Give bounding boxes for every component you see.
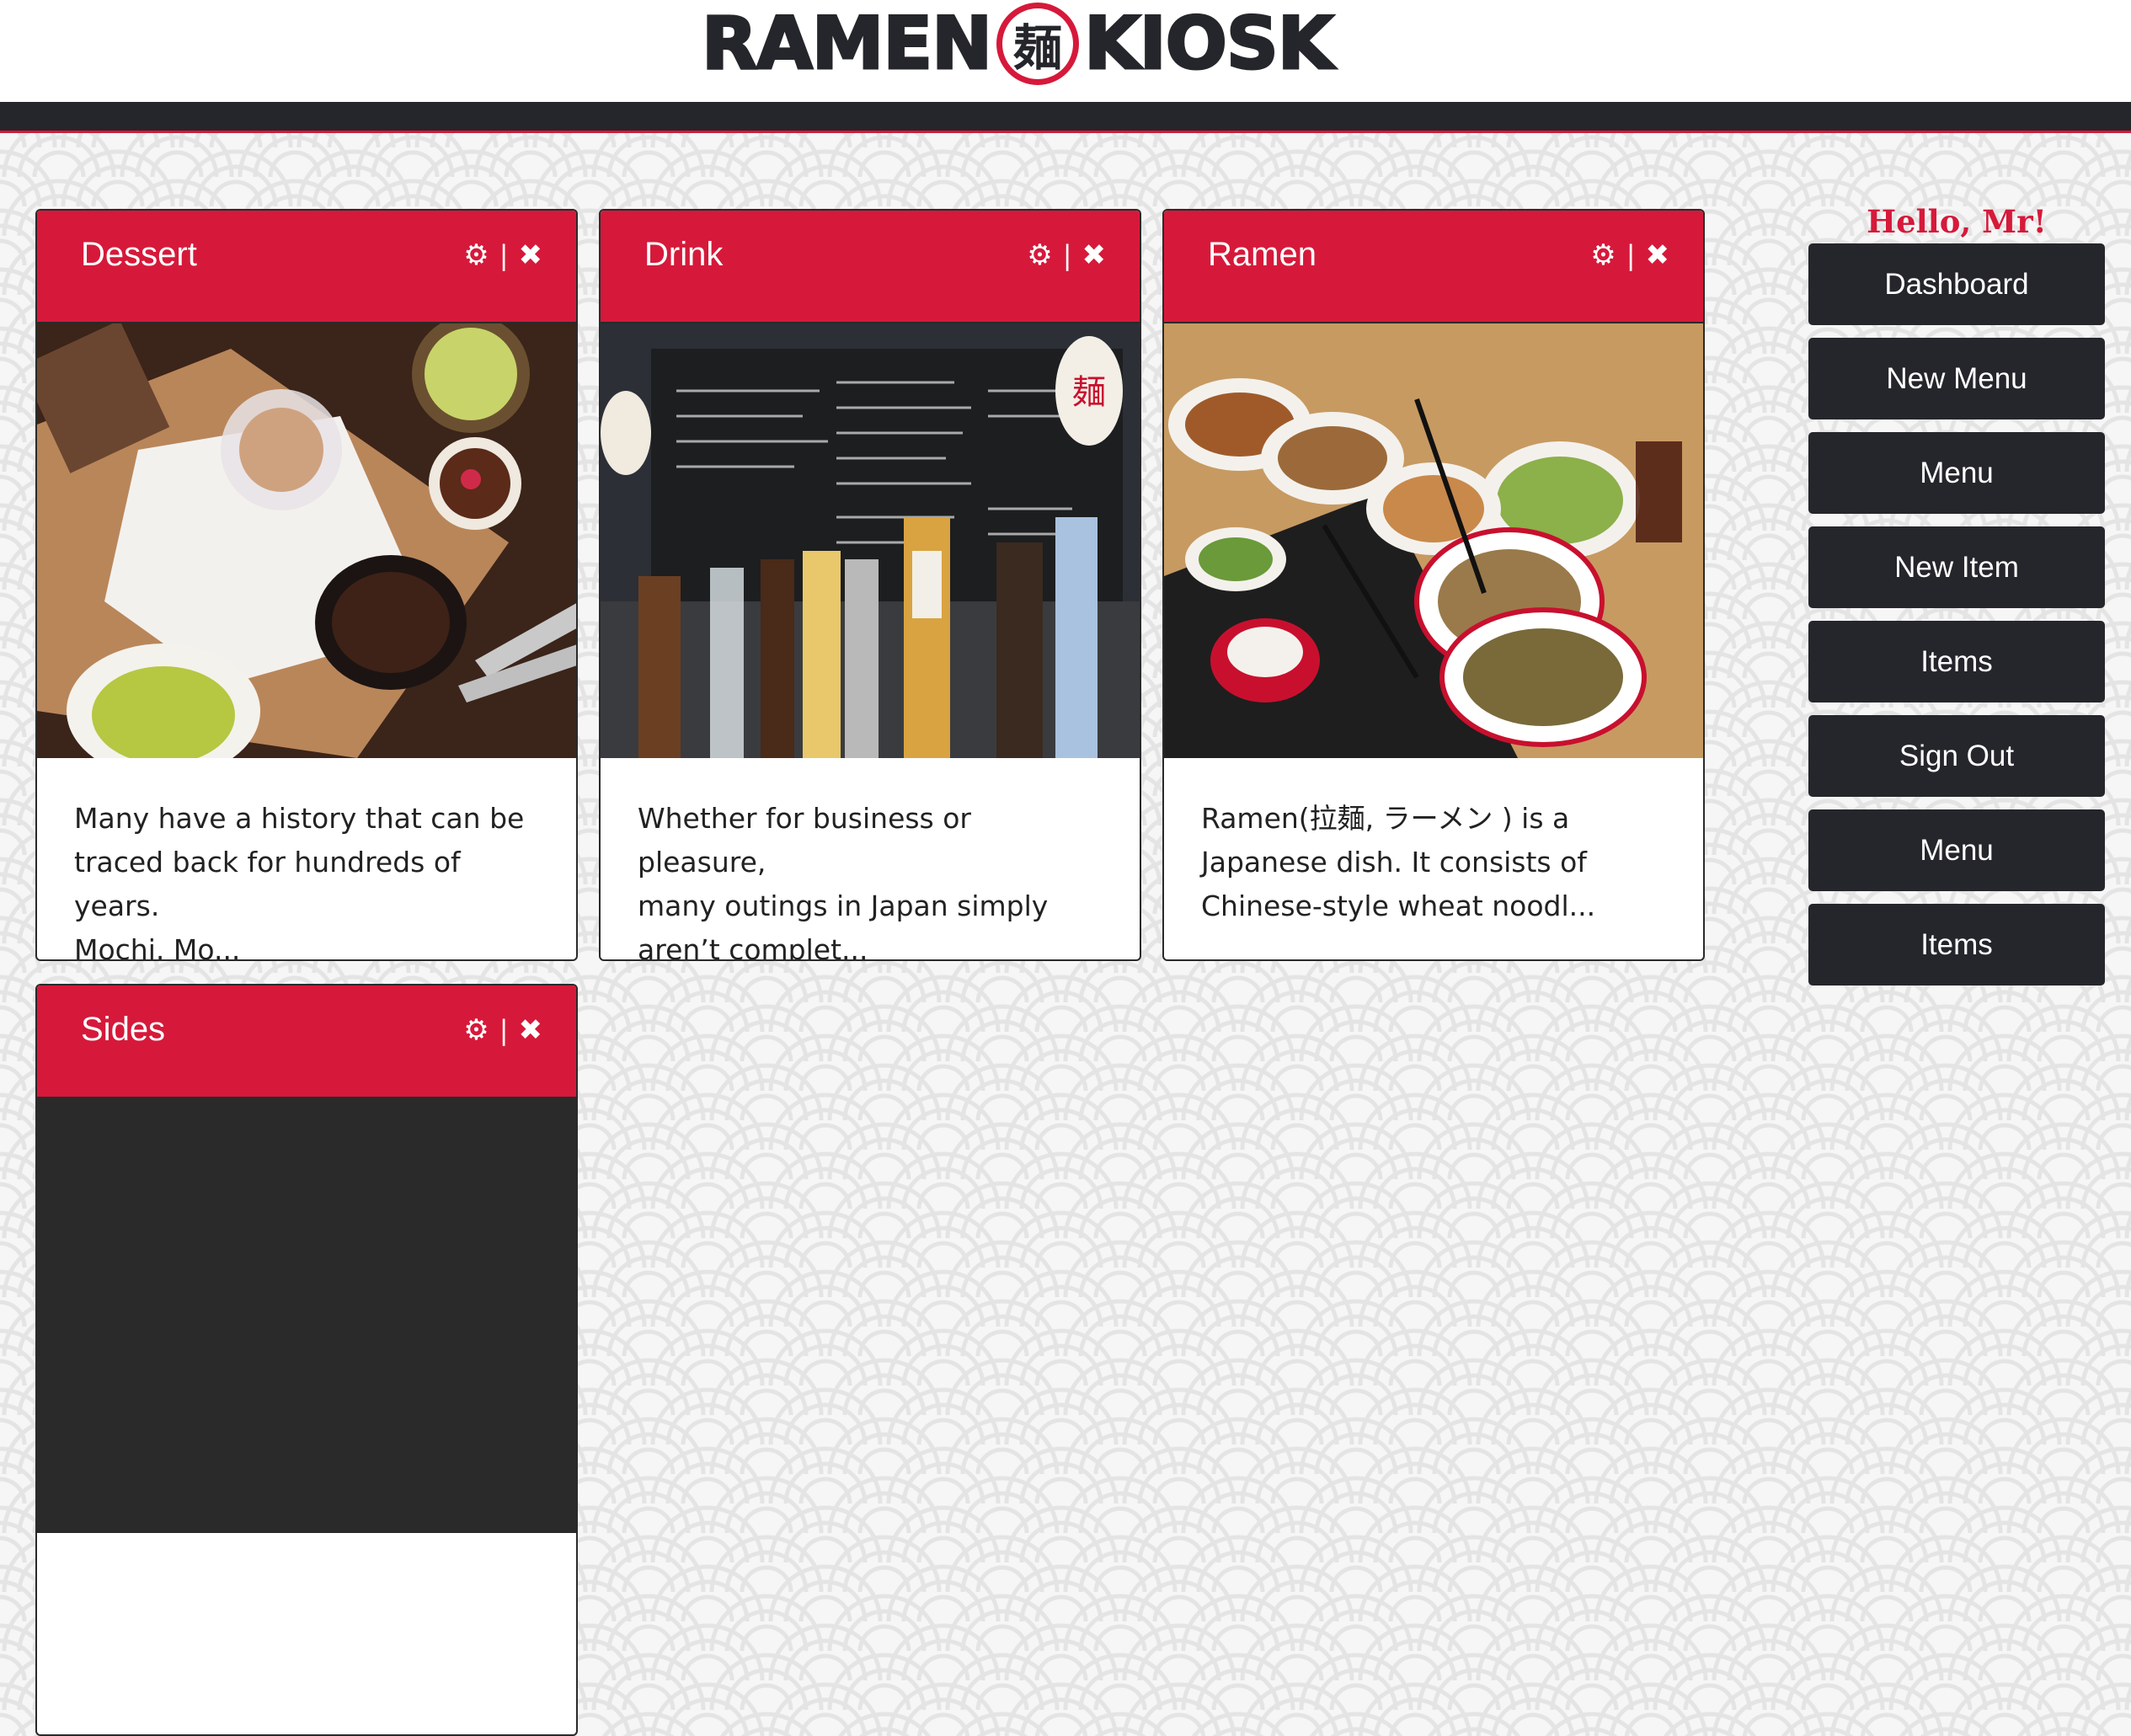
card-actions: ⚙ | ✖ (463, 241, 542, 270)
excerpt-line: Chinese-style wheat noodl... (1201, 889, 1596, 922)
excerpt-line: many outings in Japan simply (638, 889, 1049, 922)
close-icon[interactable]: ✖ (1082, 241, 1107, 270)
sidebar: Hello, Mr! Dashboard New Menu Menu New I… (1808, 196, 2105, 998)
card-title: Sides (81, 1011, 166, 1048)
card-title: Ramen (1208, 236, 1317, 273)
card-title: Dessert (81, 236, 197, 273)
card-header: Dessert ⚙ | ✖ (37, 211, 576, 323)
close-icon[interactable]: ✖ (519, 1016, 543, 1044)
logo-seal-glyph: 麺 (1013, 19, 1063, 77)
logo-text-left: RAMEN (700, 2, 993, 86)
greeting: Hello, Mr! (1867, 203, 2047, 240)
items-button-secondary[interactable]: Items (1808, 904, 2105, 986)
site-header: RAMEN 麺 KIOSK (0, 0, 2131, 102)
logo-text-right: KIOSK (1083, 2, 1335, 86)
logo[interactable]: RAMEN 麺 KIOSK (700, 2, 1434, 86)
action-separator: | (1626, 239, 1636, 271)
menu-button[interactable]: Menu (1808, 432, 2105, 514)
dessert-photo (37, 323, 576, 758)
card-excerpt: Many have a history that can be traced b… (37, 758, 576, 961)
excerpt-line: Many have a history that can be (74, 802, 525, 835)
close-icon[interactable]: ✖ (519, 241, 543, 270)
new-item-button[interactable]: New Item (1808, 526, 2105, 608)
logo-seal: 麺 (996, 3, 1080, 85)
menu-card-sides[interactable]: Sides ⚙ | ✖ (35, 984, 578, 1736)
card-actions: ⚙ | ✖ (463, 1016, 542, 1044)
excerpt-line: traced back for hundreds of years. (74, 846, 461, 922)
card-actions: ⚙ | ✖ (1027, 241, 1106, 270)
action-separator: | (499, 239, 509, 271)
menu-card-drink[interactable]: Drink ⚙ | ✖ 麺 Whether for business or pl… (599, 209, 1141, 961)
action-separator: | (1062, 239, 1072, 271)
menu-card-dessert[interactable]: Dessert ⚙ | ✖ Many have a history that c… (35, 209, 578, 961)
drink-photo: 麺 (601, 323, 1140, 758)
card-actions: ⚙ | ✖ (1590, 241, 1669, 270)
menu-button-secondary[interactable]: Menu (1808, 809, 2105, 891)
gear-icon[interactable]: ⚙ (1027, 241, 1052, 270)
card-title: Drink (644, 236, 724, 273)
excerpt-line: Mochi. Mo... (74, 933, 241, 961)
ramen-photo (1164, 323, 1703, 758)
svg-text:麺: 麺 (1072, 373, 1106, 412)
card-header: Ramen ⚙ | ✖ (1164, 211, 1703, 323)
items-button[interactable]: Items (1808, 621, 2105, 702)
sides-photo (37, 1098, 576, 1533)
gear-icon[interactable]: ⚙ (1590, 241, 1616, 270)
card-excerpt: Ramen(拉麺, ラーメン ) is a Japanese dish. It … (1164, 758, 1703, 928)
excerpt-line: Japanese dish. It consists of (1201, 846, 1587, 879)
navbar (0, 102, 2131, 133)
action-separator: | (499, 1014, 509, 1046)
dashboard-button[interactable]: Dashboard (1808, 243, 2105, 325)
sign-out-button[interactable]: Sign Out (1808, 715, 2105, 797)
excerpt-line: Whether for business or pleasure, (638, 802, 971, 879)
excerpt-line: Ramen(拉麺, ラーメン ) is a (1201, 802, 1570, 835)
gear-icon[interactable]: ⚙ (463, 1016, 489, 1044)
close-icon[interactable]: ✖ (1646, 241, 1670, 270)
card-header: Sides ⚙ | ✖ (37, 986, 576, 1098)
card-excerpt: Whether for business or pleasure, many o… (601, 758, 1140, 961)
card-header: Drink ⚙ | ✖ (601, 211, 1140, 323)
gear-icon[interactable]: ⚙ (463, 241, 489, 270)
new-menu-button[interactable]: New Menu (1808, 338, 2105, 419)
menu-card-ramen[interactable]: Ramen ⚙ | ✖ Ramen(拉麺, ラーメン) is a Japane… (1162, 209, 1705, 961)
excerpt-line: aren’t complet... (638, 933, 868, 961)
